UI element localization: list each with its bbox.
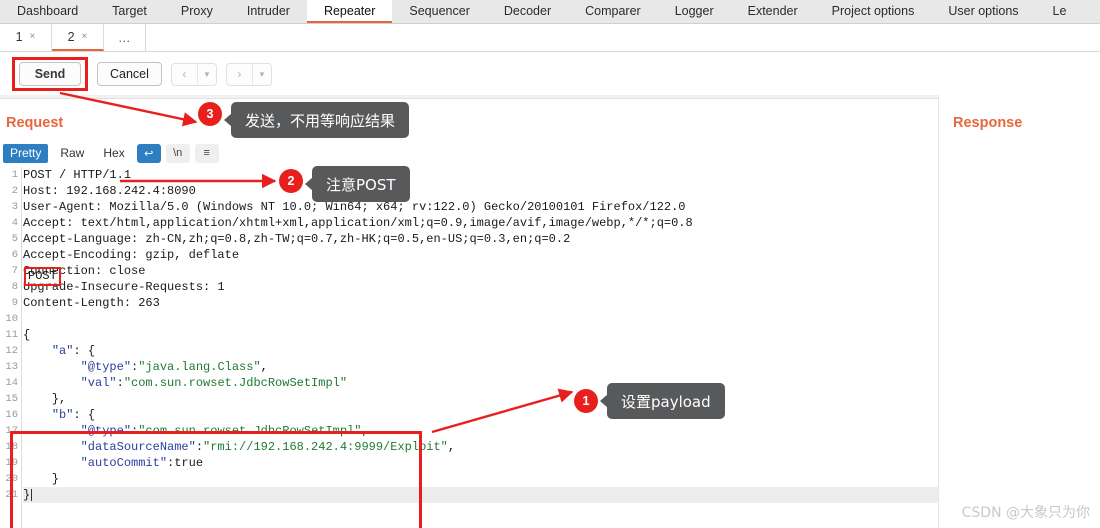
repeater-tab-more-button[interactable]: … (104, 24, 146, 51)
repeater-tab-1[interactable]: 1 × (0, 24, 52, 51)
line-number: 13 (5, 361, 18, 373)
code-line[interactable]: "a": { (23, 343, 938, 359)
main-tab-decoder[interactable]: Decoder (487, 0, 568, 23)
chevron-down-icon[interactable]: ▼ (196, 63, 216, 85)
annotation-callout-1: 设置payload (600, 383, 725, 419)
annotation-callout-3: 发送，不用等响应结果 (223, 102, 410, 138)
main-tab-target[interactable]: Target (95, 0, 164, 23)
main-tab-user-options[interactable]: User options (931, 0, 1035, 23)
json-value: "java.lang.Class" (138, 360, 261, 374)
line-number: 3 (11, 201, 18, 213)
close-icon[interactable]: × (30, 31, 36, 42)
line-number: 5 (11, 233, 18, 245)
request-panel: Request Pretty Raw Hex ↩ \n ≡ 1 2 3 4 5 6 7 8 9 10 11 12… (0, 95, 938, 528)
code-line[interactable]: Content-Length: 263 (23, 295, 938, 311)
code-line[interactable]: Accept-Encoding: gzip, deflate (23, 247, 938, 263)
watermark: CSDN @大象只为你 (961, 505, 1090, 521)
main-tab-repeater[interactable]: Repeater (306, 0, 393, 23)
repeater-toolbar: Send Cancel ‹ ▼ › ▼ (0, 53, 1100, 95)
payload-highlight-box (10, 431, 422, 528)
code-line[interactable]: Connection: close (23, 263, 938, 279)
line-number: 14 (5, 377, 18, 389)
send-button-highlight: Send (12, 57, 88, 91)
word-wrap-icon[interactable]: ↩ (136, 143, 161, 163)
main-tab-extender[interactable]: Extender (731, 0, 815, 23)
code-line[interactable]: Upgrade-Insecure-Requests: 1 (23, 279, 938, 295)
main-tab-dashboard[interactable]: Dashboard (0, 0, 95, 23)
code-line[interactable] (23, 311, 938, 327)
go-forward-split-button[interactable]: › ▼ (225, 62, 272, 86)
close-icon[interactable]: × (82, 31, 88, 42)
code-line[interactable]: Host: 192.168.242.4:8090 (23, 183, 938, 199)
format-tab-pretty[interactable]: Pretty (3, 143, 49, 163)
main-tab-le[interactable]: Le (1036, 0, 1084, 23)
line-number: 10 (5, 313, 18, 325)
code-line[interactable]: POST / HTTP/1.1 (23, 167, 938, 183)
burp-suite-window: Dashboard Target Proxy Intruder Repeater Sequ… (0, 0, 1100, 528)
newline-icon[interactable]: \n (165, 143, 190, 163)
line-number: 12 (5, 345, 18, 357)
line-number: 1 (11, 169, 18, 181)
json-value: "com.sun.rowset.JdbcRowSetImpl" (123, 376, 348, 390)
json-key: "b" (51, 408, 74, 422)
request-format-bar: Pretty Raw Hex ↩ \n ≡ (3, 143, 219, 163)
send-button[interactable]: Send (19, 62, 81, 86)
format-tab-raw[interactable]: Raw (53, 144, 91, 163)
repeater-tab-bar: 1 × 2 ×… (0, 24, 1100, 52)
main-tab-intruder[interactable]: Intruder (230, 0, 307, 23)
annotation-badge-1: 1 (574, 389, 598, 413)
main-tab-comparer[interactable]: Comparer (568, 0, 658, 23)
code-line[interactable]: User-Agent: Mozilla/5.0 (Windows NT 10.0… (23, 199, 938, 215)
main-tab-sequencer[interactable]: Sequencer (392, 0, 486, 23)
json-key: "@type" (80, 360, 132, 374)
code-line[interactable]: }, (23, 391, 938, 407)
code-line[interactable]: "@type":"java.lang.Class", (23, 359, 938, 375)
request-title: Request (6, 115, 64, 131)
code-line[interactable]: { (23, 327, 938, 343)
line-number: 2 (11, 185, 18, 197)
response-title: Response (953, 115, 1023, 131)
chevron-left-icon[interactable]: ‹ (172, 64, 197, 85)
line-number: 15 (5, 393, 18, 405)
cancel-button[interactable]: Cancel (97, 62, 162, 86)
menu-icon[interactable]: ≡ (194, 143, 219, 163)
response-panel: Response (938, 95, 1100, 528)
code-line[interactable]: "val":"com.sun.rowset.JdbcRowSetImpl" (23, 375, 938, 391)
format-tab-hex[interactable]: Hex (96, 144, 131, 163)
annotation-badge-3: 3 (198, 102, 222, 126)
repeater-tab-2[interactable]: 2 × (52, 24, 104, 51)
line-number: 6 (11, 249, 18, 261)
chevron-right-icon[interactable]: › (227, 64, 252, 85)
panel-divider[interactable] (0, 95, 938, 99)
annotation-callout-2: 注意POST (305, 166, 410, 202)
go-back-split-button[interactable]: ‹ ▼ (170, 62, 217, 86)
main-tab-logger[interactable]: Logger (658, 0, 731, 23)
json-key: "a" (51, 344, 74, 358)
main-tab-project-options[interactable]: Project options (815, 0, 932, 23)
code-line[interactable]: Accept: text/html,application/xhtml+xml,… (23, 215, 938, 231)
annotation-badge-2: 2 (279, 169, 303, 193)
repeater-tab-label: 1 (15, 29, 23, 44)
main-tab-proxy[interactable]: Proxy (164, 0, 230, 23)
json-key: "val" (80, 376, 117, 390)
main-tab-bar: Dashboard Target Proxy Intruder Repeater Sequ… (0, 0, 1100, 24)
chevron-down-icon-2[interactable]: ▼ (251, 63, 271, 85)
line-number: 16 (5, 409, 18, 421)
line-number: 8 (11, 281, 18, 293)
post-method-highlight: POST (24, 267, 61, 286)
line-number: 11 (5, 329, 18, 341)
code-line[interactable]: Accept-Language: zh-CN,zh;q=0.8,zh-TW;q=… (23, 231, 938, 247)
repeater-tab-label: 2 (67, 29, 75, 44)
line-number: 9 (11, 297, 18, 309)
code-line[interactable]: "b": { (23, 407, 938, 423)
line-number: 7 (11, 265, 18, 277)
line-number: 4 (11, 217, 18, 229)
